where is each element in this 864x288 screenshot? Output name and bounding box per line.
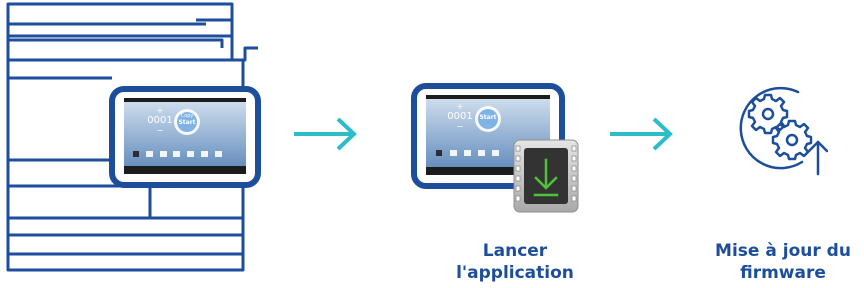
caption-line: firmware <box>740 263 826 283</box>
step-caption-firmware-update: Mise à jour du firmware <box>708 240 858 284</box>
caption-line: Mise à jour du <box>715 241 851 261</box>
device-start-button: Start <box>178 119 196 126</box>
printer-tray <box>6 218 245 272</box>
step-caption-launch-app: Lancer l'application <box>450 240 580 284</box>
arrow-right-icon <box>610 117 673 151</box>
app-start-button: Start <box>479 114 497 121</box>
device-control-panel <box>109 86 261 188</box>
arrow-right-icon <box>294 117 357 151</box>
app-launch-illustration <box>411 83 579 213</box>
printer-illustration <box>6 2 261 272</box>
firmware-update-icon <box>739 86 828 176</box>
caption-line: Lancer <box>482 241 548 261</box>
app-minus-label: − <box>456 122 464 131</box>
gear-icon <box>747 93 789 135</box>
caption-line: l'application <box>456 263 574 283</box>
download-module-icon <box>513 139 579 213</box>
gear-icon <box>771 119 813 161</box>
device-minus-label: − <box>156 126 164 135</box>
arrow-up-icon <box>807 140 828 176</box>
